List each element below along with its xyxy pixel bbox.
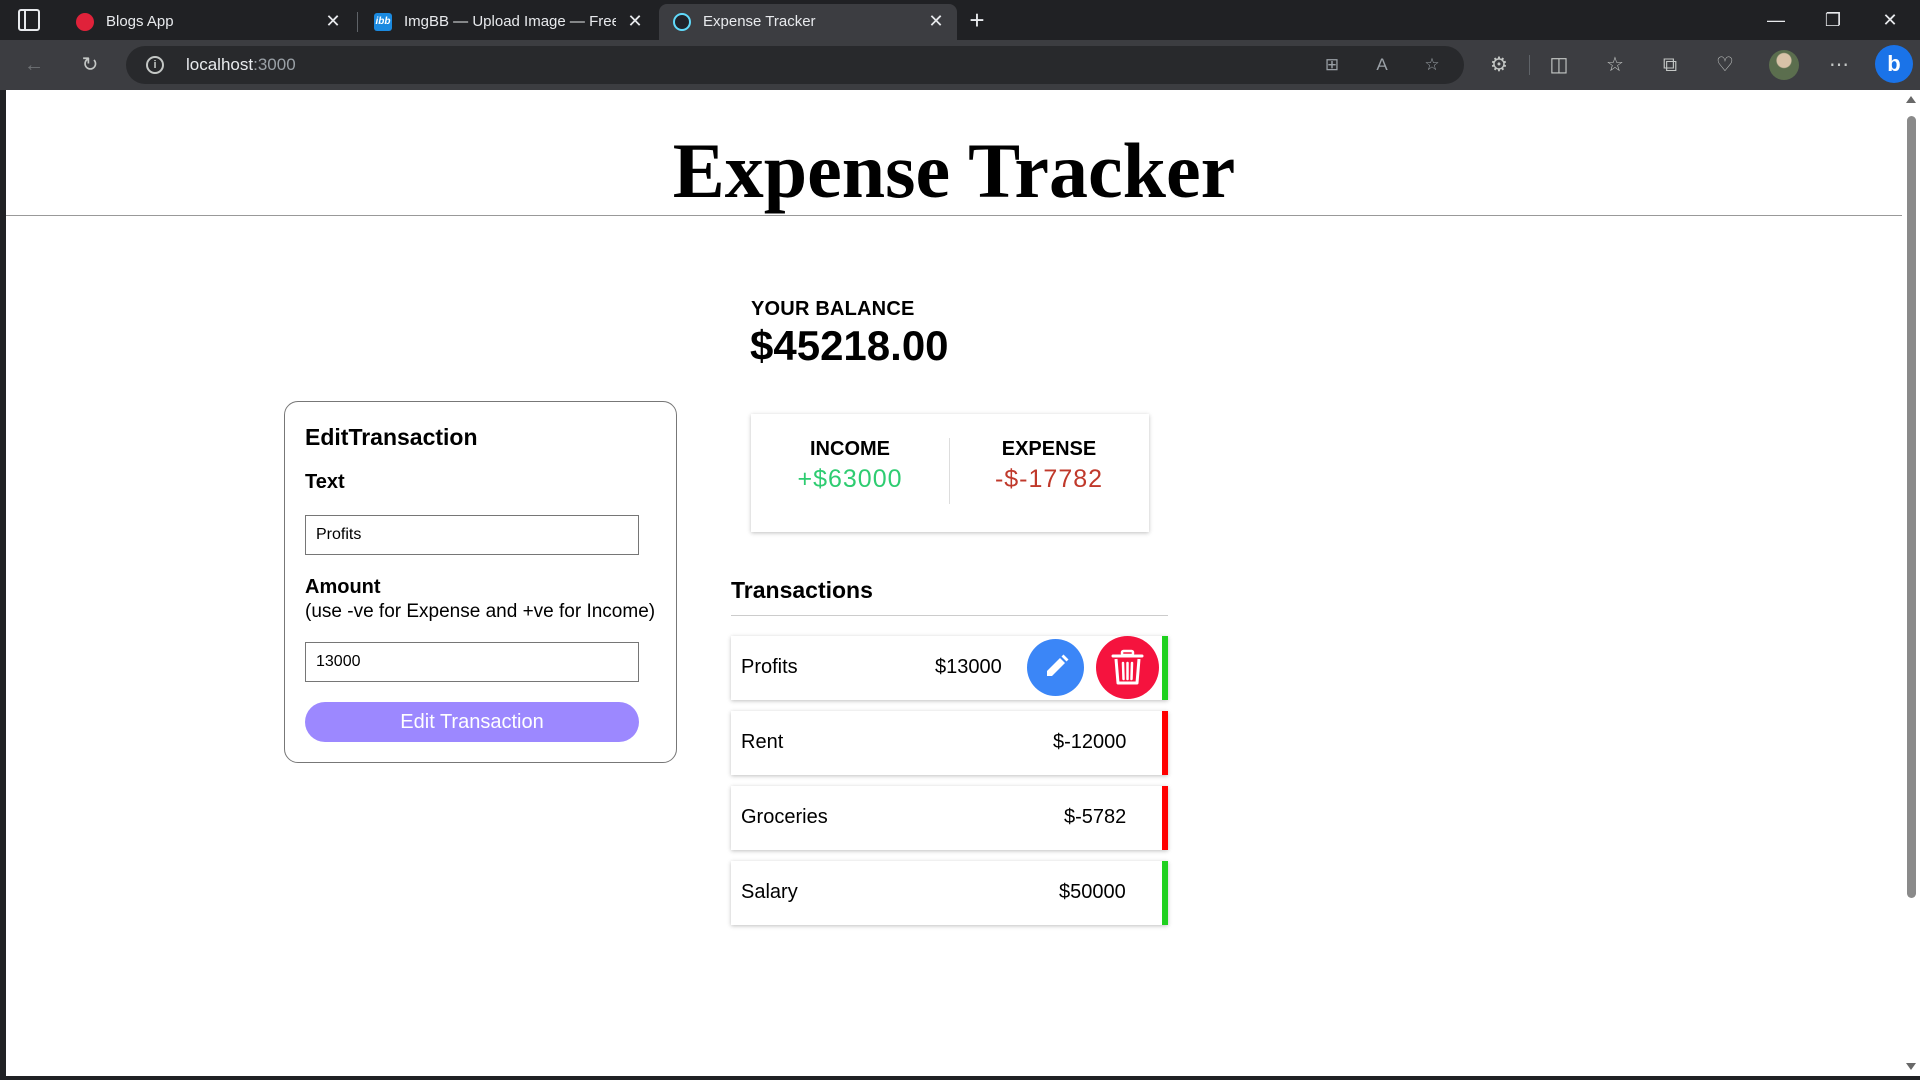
browser-toolbar: ← ↻ i localhost:3000 ⊞ A ☆ ⚙ ◫ ☆ ⧉ ♡ ⋯ b bbox=[0, 40, 1920, 90]
transaction-amount: $13000 bbox=[935, 656, 1002, 678]
tab-expense-tracker[interactable]: Expense Tracker ✕ bbox=[659, 4, 957, 40]
transaction-text: Profits bbox=[741, 656, 798, 678]
transaction-item[interactable]: Salary $50000 bbox=[731, 861, 1168, 925]
close-tab-icon[interactable]: ✕ bbox=[925, 10, 947, 32]
transaction-text: Salary bbox=[741, 881, 798, 903]
balance-value: $45218.00 bbox=[750, 322, 949, 369]
expense-label: EXPENSE bbox=[1001, 438, 1097, 460]
scrollbar-thumb[interactable] bbox=[1907, 116, 1916, 898]
scroll-up-arrow-icon[interactable] bbox=[1906, 96, 1916, 103]
collections-icon[interactable]: ⧉ bbox=[1656, 51, 1684, 79]
react-favicon-icon bbox=[673, 13, 691, 31]
favorite-star-icon[interactable]: ☆ bbox=[1419, 52, 1445, 78]
close-tab-icon[interactable]: ✕ bbox=[624, 10, 646, 32]
back-icon[interactable]: ← bbox=[20, 51, 48, 79]
transaction-item[interactable]: Rent $-12000 bbox=[731, 711, 1168, 775]
expense-column: EXPENSE -$-17782 bbox=[950, 438, 1148, 494]
text-input[interactable] bbox=[305, 515, 639, 555]
favorites-icon[interactable]: ☆ bbox=[1601, 51, 1629, 79]
page-title: Expense Tracker bbox=[672, 127, 1236, 214]
balance-label: YOUR BALANCE bbox=[751, 298, 915, 320]
url-text[interactable]: localhost:3000 bbox=[186, 55, 296, 75]
tab-title: Blogs App bbox=[106, 13, 174, 30]
browser-tab-strip: Blogs App ✕ ibb ImgBB — Upload Image — F… bbox=[0, 0, 1920, 40]
delete-transaction-button[interactable] bbox=[1096, 636, 1159, 699]
blogs-favicon-icon bbox=[76, 13, 94, 31]
tab-blogs-app[interactable]: Blogs App ✕ bbox=[62, 4, 354, 40]
scroll-down-arrow-icon[interactable] bbox=[1906, 1063, 1916, 1070]
transaction-amount: $50000 bbox=[1059, 881, 1126, 903]
transaction-text: Groceries bbox=[741, 806, 828, 828]
profile-avatar[interactable] bbox=[1769, 50, 1799, 80]
transaction-list: Profits $13000 Rent $-12000 Groceries $-… bbox=[731, 636, 1168, 936]
text-field-label: Text bbox=[305, 471, 345, 493]
edit-form-title: EditTransaction bbox=[305, 424, 478, 450]
restore-icon[interactable]: ❐ bbox=[1813, 6, 1853, 34]
app-available-icon[interactable]: ⊞ bbox=[1319, 52, 1345, 78]
income-label: INCOME bbox=[810, 438, 890, 460]
tab-imgbb[interactable]: ibb ImgBB — Upload Image — Free ✕ bbox=[360, 4, 656, 40]
edit-transaction-card: EditTransaction Text Amount (use -ve for… bbox=[284, 401, 677, 763]
income-column: INCOME +$63000 bbox=[751, 438, 949, 494]
transaction-amount: $-12000 bbox=[1053, 731, 1127, 753]
tab-separator bbox=[357, 12, 358, 32]
tab-title: Expense Tracker bbox=[703, 13, 816, 30]
transaction-item[interactable]: Groceries $-5782 bbox=[731, 786, 1168, 850]
expense-value: -$-17782 bbox=[994, 465, 1104, 493]
copilot-icon[interactable]: b bbox=[1875, 45, 1913, 83]
page-scrollbar[interactable] bbox=[1902, 90, 1920, 1076]
new-tab-button[interactable]: + bbox=[962, 6, 992, 36]
title-divider bbox=[6, 215, 1902, 216]
income-value: +$63000 bbox=[797, 465, 903, 493]
tab-title: ImgBB — Upload Image — Free bbox=[404, 13, 616, 30]
transaction-amount: $-5782 bbox=[1064, 806, 1127, 828]
edit-transaction-icon-button[interactable] bbox=[1027, 639, 1084, 696]
vertical-tabs-icon[interactable] bbox=[18, 9, 40, 31]
close-tab-icon[interactable]: ✕ bbox=[322, 10, 344, 32]
edit-transaction-button[interactable]: Edit Transaction bbox=[305, 702, 639, 742]
close-window-icon[interactable]: ✕ bbox=[1870, 6, 1910, 34]
refresh-icon[interactable]: ↻ bbox=[76, 51, 104, 79]
transactions-divider bbox=[731, 615, 1168, 616]
transaction-text: Rent bbox=[741, 731, 784, 753]
transaction-item[interactable]: Profits $13000 bbox=[731, 636, 1168, 700]
url-port: :3000 bbox=[253, 55, 296, 74]
split-screen-icon[interactable]: ◫ bbox=[1545, 51, 1573, 79]
browser-essentials-icon[interactable]: ♡ bbox=[1711, 51, 1739, 79]
page-viewport: Expense Tracker YOUR BALANCE $45218.00 E… bbox=[6, 90, 1920, 1076]
imgbb-favicon-icon: ibb bbox=[374, 13, 392, 31]
income-expense-summary: INCOME +$63000 EXPENSE -$-17782 bbox=[751, 414, 1149, 532]
site-info-icon[interactable]: i bbox=[146, 56, 164, 74]
extensions-icon[interactable]: ⚙ bbox=[1485, 51, 1513, 79]
url-host: localhost bbox=[186, 55, 254, 74]
more-menu-icon[interactable]: ⋯ bbox=[1825, 51, 1853, 79]
toolbar-divider bbox=[1529, 55, 1530, 75]
address-bar[interactable]: i localhost:3000 ⊞ A ☆ bbox=[126, 46, 1464, 84]
minimize-icon[interactable]: — bbox=[1756, 6, 1796, 34]
pencil-icon bbox=[1047, 654, 1069, 676]
amount-field-label: Amount bbox=[305, 576, 381, 598]
amount-hint: (use -ve for Expense and +ve for Income) bbox=[305, 601, 656, 622]
read-aloud-icon[interactable]: A bbox=[1369, 52, 1395, 78]
transactions-heading: Transactions bbox=[731, 577, 873, 603]
trash-icon bbox=[1111, 649, 1144, 685]
amount-input[interactable] bbox=[305, 642, 639, 682]
